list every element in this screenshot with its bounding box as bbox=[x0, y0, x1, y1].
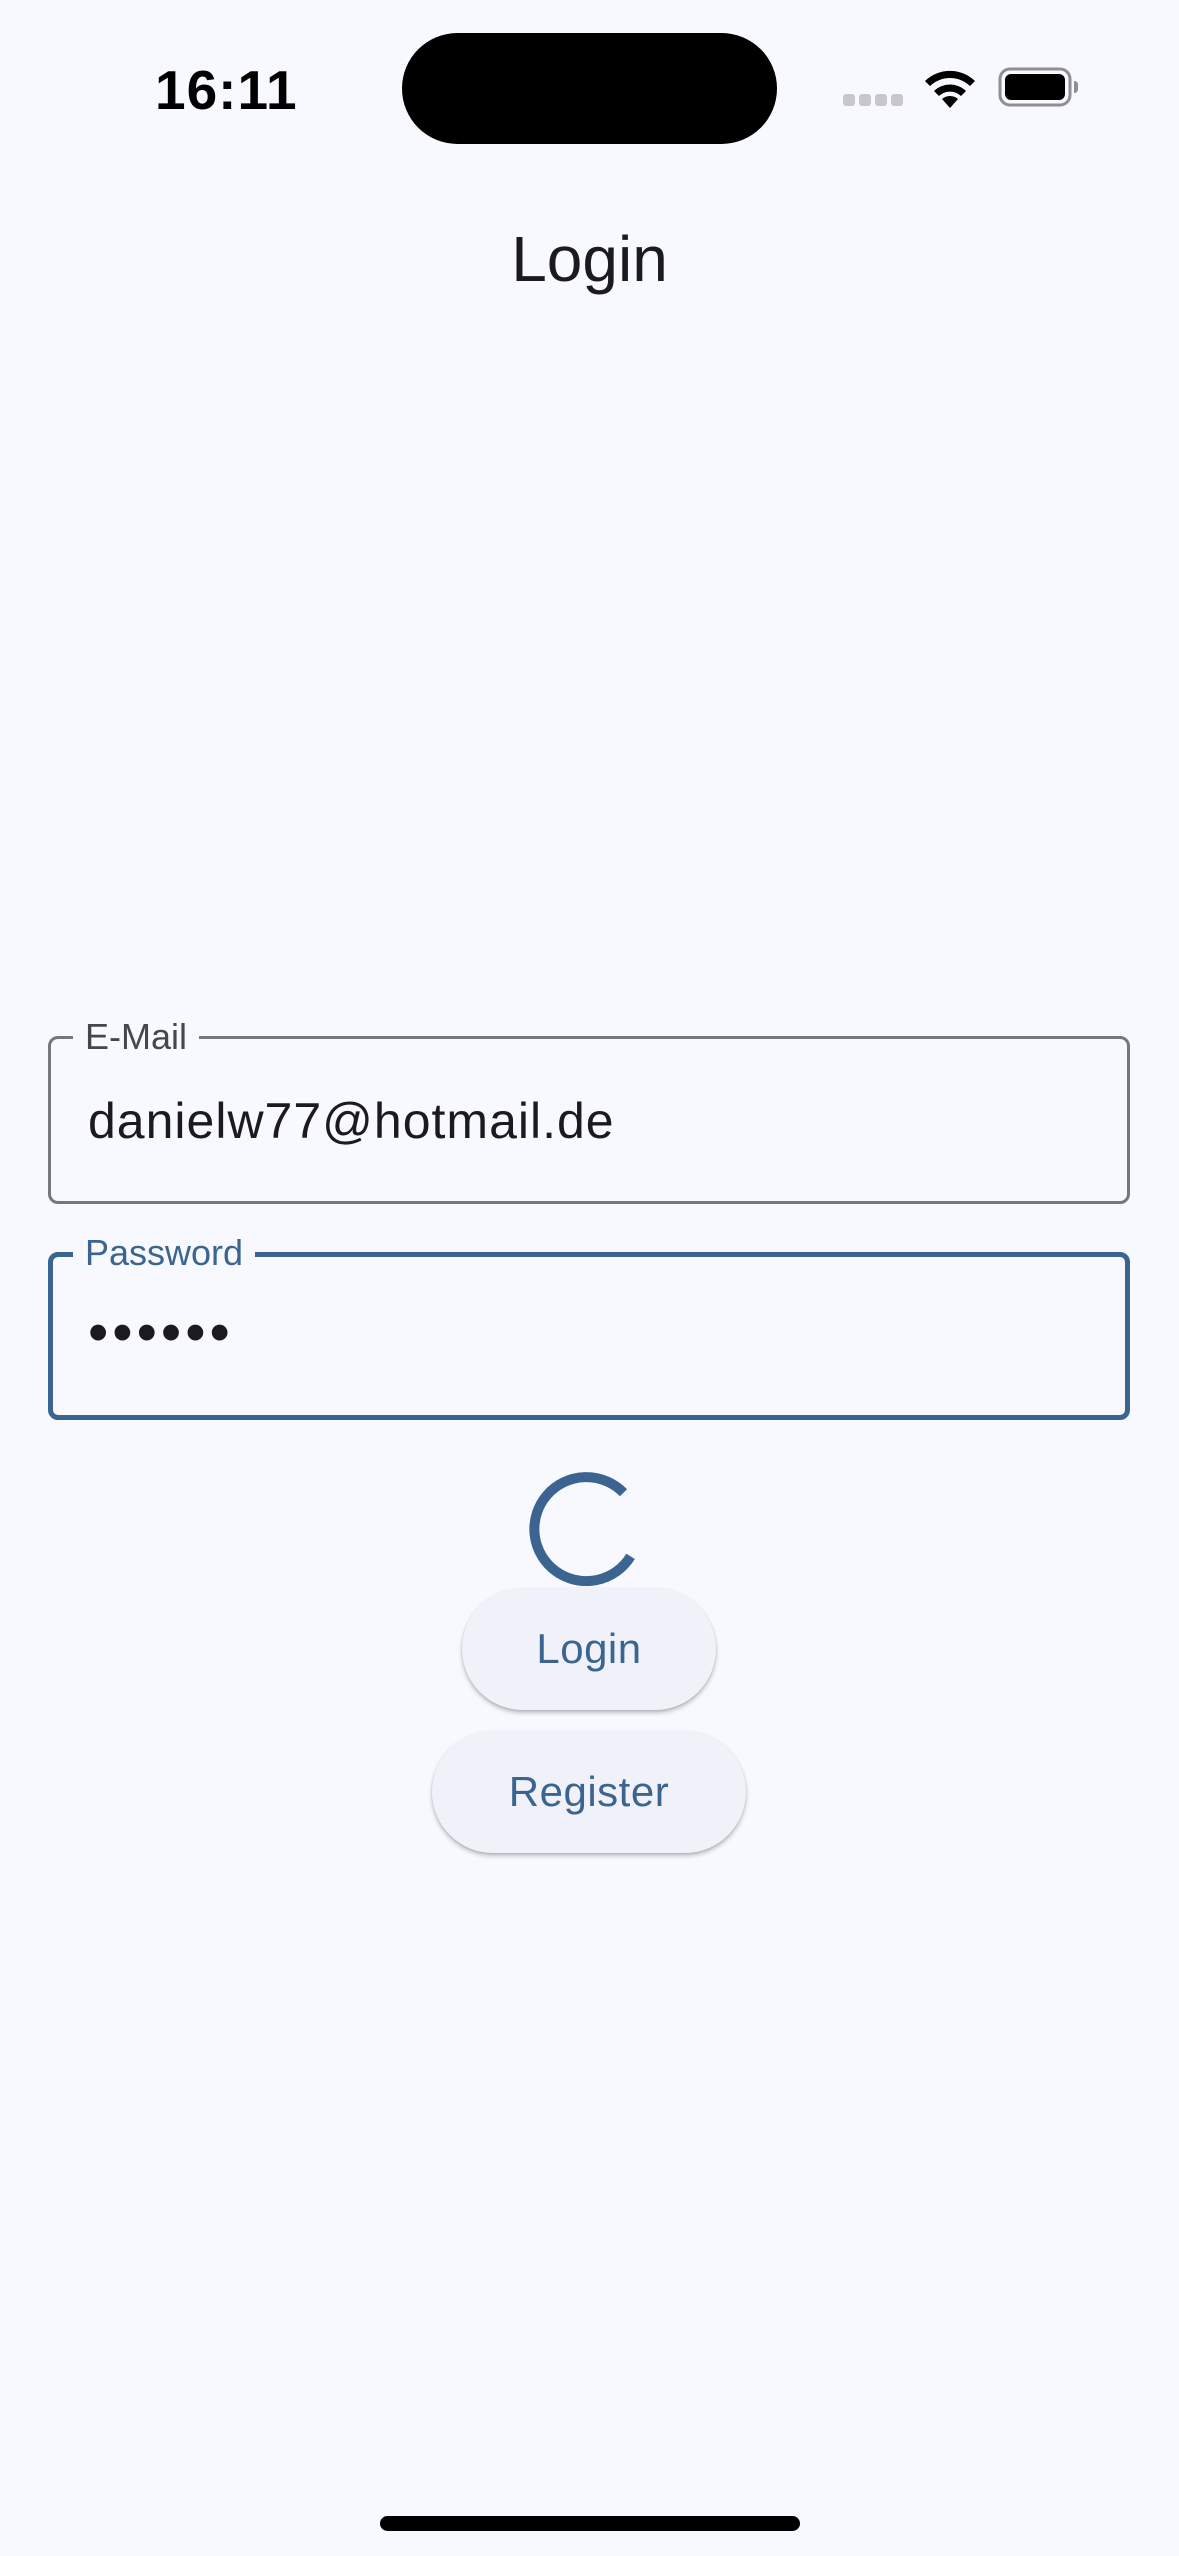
status-bar: 16:11 bbox=[0, 0, 1179, 150]
page-title: Login bbox=[511, 223, 668, 295]
password-field-value[interactable]: •••••• bbox=[88, 1303, 234, 1363]
dynamic-island bbox=[402, 33, 777, 144]
email-field[interactable]: E-Mail danielw77@hotmail.de bbox=[48, 1015, 1130, 1204]
login-button[interactable]: Login bbox=[462, 1588, 716, 1710]
status-time: 16:11 bbox=[155, 59, 298, 121]
wifi-icon bbox=[925, 70, 975, 108]
password-field-label: Password bbox=[73, 1231, 256, 1275]
battery-icon bbox=[998, 67, 1078, 107]
home-indicator[interactable] bbox=[380, 2516, 800, 2531]
email-field-value[interactable]: danielw77@hotmail.de bbox=[88, 1091, 615, 1151]
register-button[interactable]: Register bbox=[432, 1731, 746, 1853]
password-field[interactable]: Password •••••• bbox=[48, 1231, 1130, 1420]
email-field-label: E-Mail bbox=[73, 1015, 200, 1059]
loading-spinner-icon bbox=[529, 1472, 635, 1586]
cell-signal-icon bbox=[843, 94, 905, 108]
